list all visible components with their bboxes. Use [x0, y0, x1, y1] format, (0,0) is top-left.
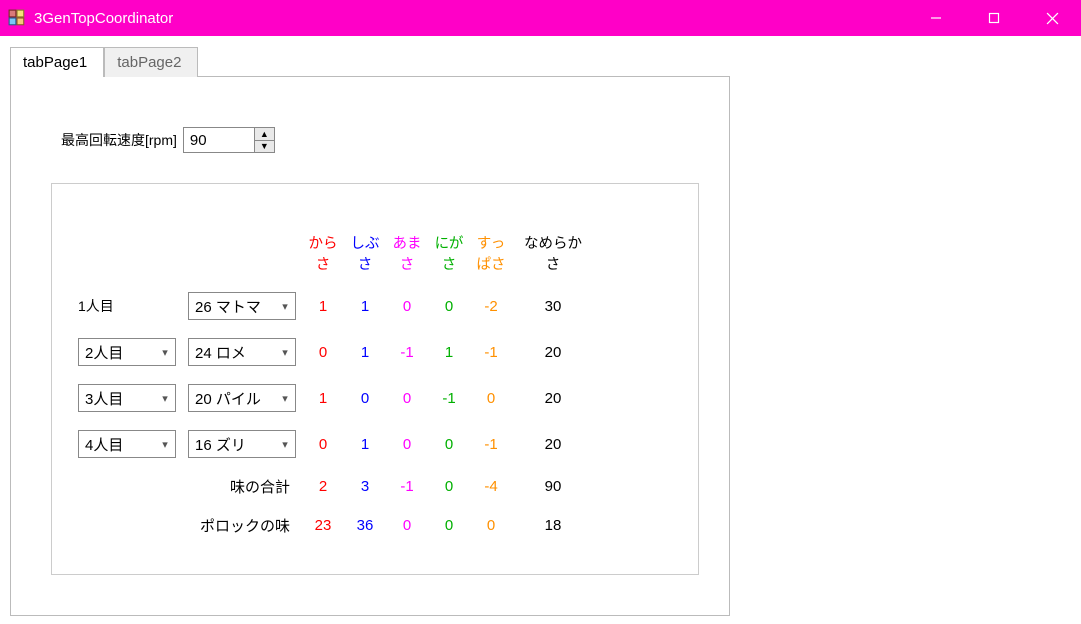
- tab-page2[interactable]: tabPage2: [104, 47, 198, 77]
- val-dry: 1: [344, 292, 386, 320]
- table-row: 2人目 ▾ 24 ロメ ▾ 0 1 -1 1 -1: [72, 338, 594, 366]
- client-area: tabPage1 tabPage2 最高回転速度[rpm] ▲ ▼ からさ しぶ…: [0, 36, 1081, 624]
- player-select-2[interactable]: 2人目 ▾: [78, 338, 176, 366]
- table-row: 4人目 ▾ 16 ズリ ▾ 0 1 0 0 -1 2: [72, 430, 594, 458]
- pol-dry: 36: [344, 515, 386, 536]
- berry-select-4-text: 16 ズリ: [189, 434, 275, 455]
- pol-spicy: 23: [302, 515, 344, 536]
- val-sour: 0: [470, 384, 512, 412]
- val-smooth: 20: [512, 338, 594, 366]
- player-select-4-text: 4人目: [79, 434, 155, 455]
- chevron-down-icon: ▾: [275, 392, 295, 405]
- rpm-row: 最高回転速度[rpm] ▲ ▼: [61, 127, 699, 153]
- val-sour: -1: [470, 338, 512, 366]
- table-row: 3人目 ▾ 20 パイル ▾ 1 0 0 -1 0: [72, 384, 594, 412]
- val-sweet: -1: [386, 338, 428, 366]
- val-sweet: 0: [386, 292, 428, 320]
- window-title: 3GenTopCoordinator: [34, 10, 173, 27]
- table-row: 1人目 26 マトマ ▾ 1 1 0 0 -2 30: [72, 292, 594, 320]
- tabpage1-content: 最高回転速度[rpm] ▲ ▼ からさ しぶさ あまさ にがさ すっぱさ: [10, 76, 730, 616]
- hdr-bitter: にがさ: [428, 232, 470, 274]
- val-bitter: -1: [428, 384, 470, 412]
- header-row: からさ しぶさ あまさ にがさ すっぱさ なめらかさ: [72, 232, 594, 274]
- flavor-table: からさ しぶさ あまさ にがさ すっぱさ なめらかさ 1人目 26 マトマ ▾: [72, 214, 594, 554]
- player1-label: 1人目: [72, 292, 182, 320]
- player-select-2-text: 2人目: [79, 342, 155, 363]
- val-spicy: 1: [302, 292, 344, 320]
- val-sour: -1: [470, 430, 512, 458]
- minimize-button[interactable]: [907, 0, 965, 36]
- tot-sour: -4: [470, 476, 512, 497]
- chevron-down-icon: ▾: [275, 300, 295, 313]
- val-spicy: 0: [302, 338, 344, 366]
- rpm-spin-up[interactable]: ▲: [255, 128, 274, 141]
- berry-select-2-text: 24 ロメ: [189, 342, 275, 363]
- tot-smooth: 90: [512, 476, 594, 497]
- rpm-input[interactable]: [184, 128, 254, 152]
- berry-select-1-text: 26 マトマ: [189, 296, 275, 317]
- chevron-down-icon: ▾: [155, 438, 175, 451]
- berry-select-1[interactable]: 26 マトマ ▾: [188, 292, 296, 320]
- hdr-sweet: あまさ: [386, 232, 428, 274]
- totals-row: 味の合計 2 3 -1 0 -4 90: [72, 476, 594, 497]
- tot-dry: 3: [344, 476, 386, 497]
- val-smooth: 30: [512, 292, 594, 320]
- berry-select-4[interactable]: 16 ズリ ▾: [188, 430, 296, 458]
- player-select-3[interactable]: 3人目 ▾: [78, 384, 176, 412]
- rpm-label: 最高回転速度[rpm]: [61, 130, 177, 150]
- polock-label: ポロックの味: [182, 515, 302, 536]
- totals-label: 味の合計: [182, 476, 302, 497]
- val-bitter: 0: [428, 292, 470, 320]
- flavor-panel: からさ しぶさ あまさ にがさ すっぱさ なめらかさ 1人目 26 マトマ ▾: [51, 183, 699, 575]
- berry-select-3[interactable]: 20 パイル ▾: [188, 384, 296, 412]
- app-icon: [8, 9, 26, 27]
- rpm-spin-down[interactable]: ▼: [255, 141, 274, 153]
- player-select-3-text: 3人目: [79, 388, 155, 409]
- tot-spicy: 2: [302, 476, 344, 497]
- chevron-down-icon: ▾: [275, 346, 295, 359]
- pol-sour: 0: [470, 515, 512, 536]
- val-dry: 1: [344, 430, 386, 458]
- berry-select-2[interactable]: 24 ロメ ▾: [188, 338, 296, 366]
- tabstrip: tabPage1 tabPage2: [10, 46, 1071, 76]
- player-select-4[interactable]: 4人目 ▾: [78, 430, 176, 458]
- pol-smooth: 18: [512, 515, 594, 536]
- val-sweet: 0: [386, 384, 428, 412]
- tot-bitter: 0: [428, 476, 470, 497]
- hdr-dry: しぶさ: [344, 232, 386, 274]
- maximize-button[interactable]: [965, 0, 1023, 36]
- berry-select-3-text: 20 パイル: [189, 388, 275, 409]
- hdr-sour: すっぱさ: [470, 232, 512, 274]
- val-dry: 1: [344, 338, 386, 366]
- pol-sweet: 0: [386, 515, 428, 536]
- val-smooth: 20: [512, 430, 594, 458]
- val-spicy: 1: [302, 384, 344, 412]
- rpm-numeric[interactable]: ▲ ▼: [183, 127, 275, 153]
- val-sour: -2: [470, 292, 512, 320]
- val-sweet: 0: [386, 430, 428, 458]
- chevron-down-icon: ▾: [275, 438, 295, 451]
- polock-row: ポロックの味 23 36 0 0 0 18: [72, 515, 594, 536]
- val-smooth: 20: [512, 384, 594, 412]
- pol-bitter: 0: [428, 515, 470, 536]
- hdr-spicy: からさ: [302, 232, 344, 274]
- hdr-smooth: なめらかさ: [512, 232, 594, 274]
- chevron-down-icon: ▾: [155, 392, 175, 405]
- close-button[interactable]: [1023, 0, 1081, 36]
- tab-page1[interactable]: tabPage1: [10, 47, 104, 77]
- chevron-down-icon: ▾: [155, 346, 175, 359]
- val-dry: 0: [344, 384, 386, 412]
- val-bitter: 1: [428, 338, 470, 366]
- rpm-spinner[interactable]: ▲ ▼: [254, 128, 274, 152]
- val-bitter: 0: [428, 430, 470, 458]
- val-spicy: 0: [302, 430, 344, 458]
- titlebar: 3GenTopCoordinator: [0, 0, 1081, 36]
- tot-sweet: -1: [386, 476, 428, 497]
